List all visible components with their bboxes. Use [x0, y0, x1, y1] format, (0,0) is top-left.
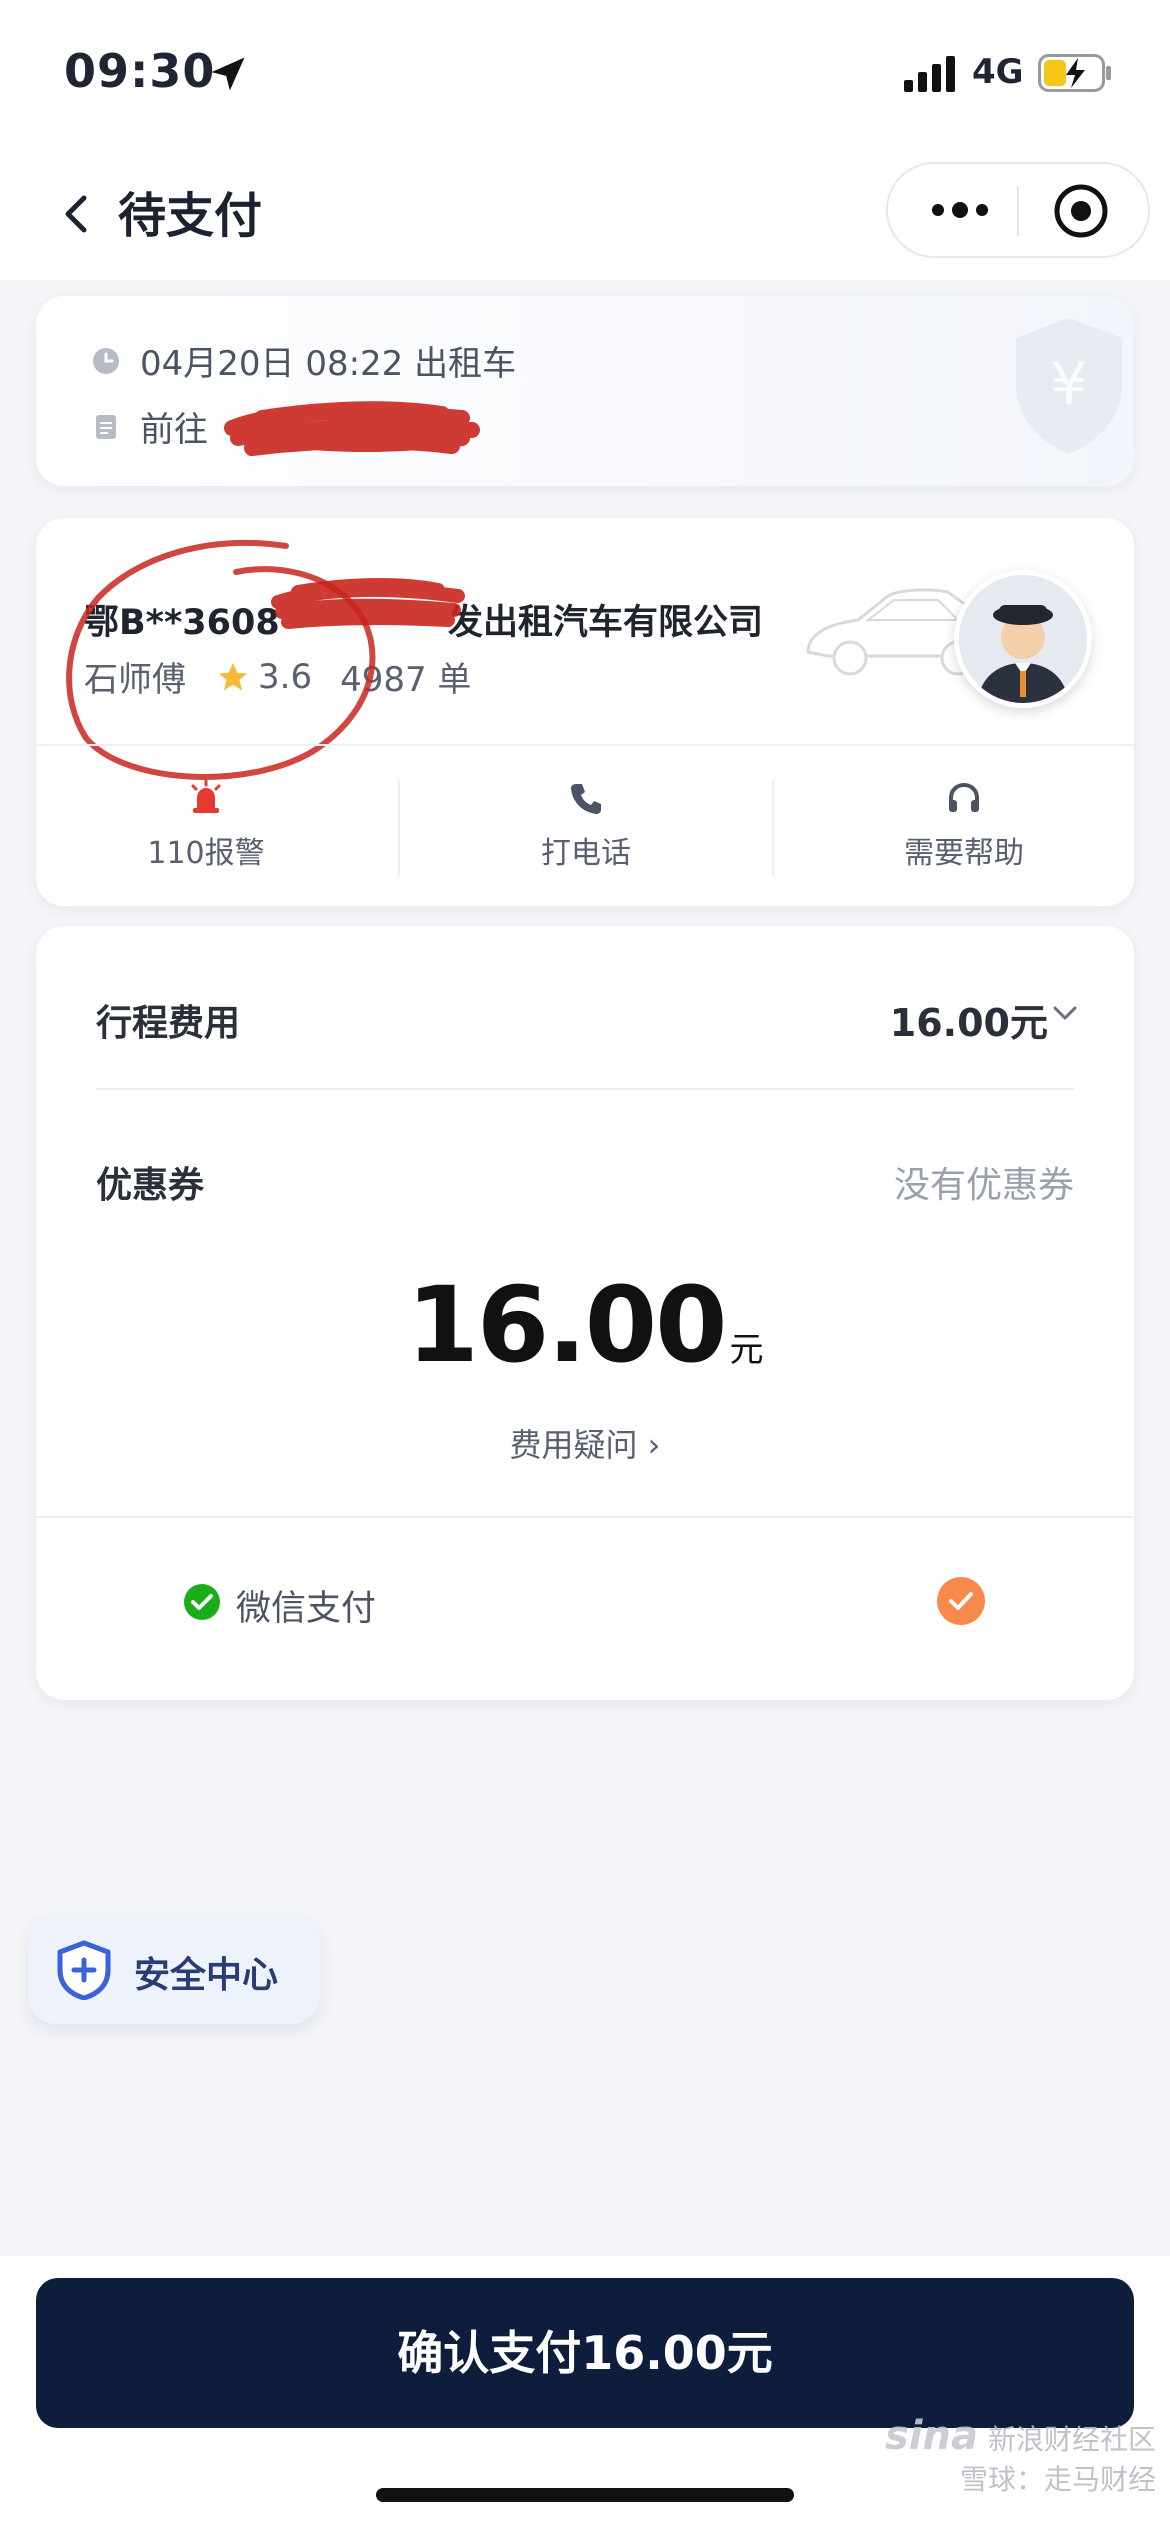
destination-prefix: 前往: [140, 410, 208, 450]
total-amount-number: 16.00: [406, 1264, 728, 1386]
network-type: 4G: [972, 52, 1024, 92]
fee-divider: [96, 1088, 1074, 1090]
total-amount-unit: 元: [729, 1330, 764, 1370]
cellular-signal-icon: [904, 56, 955, 92]
need-help-button[interactable]: 需要帮助: [794, 780, 1134, 872]
wechat-pay-label[interactable]: 微信支付: [236, 1580, 376, 1631]
trip-info-card: 04月20日 08:22 出租车 前往 ¥: [36, 296, 1134, 486]
watermark: sina 新浪财经社区 雪球：走马财经: [885, 2416, 1156, 2500]
coupon-label: 优惠券: [96, 1165, 205, 1206]
checkmark-selected-icon[interactable]: [936, 1576, 986, 1626]
more-dots-icon[interactable]: [924, 188, 996, 232]
redaction-scribble: [224, 401, 480, 456]
trip-time-row: 04月20日 08:22 出租车: [90, 336, 516, 385]
shield-plus-icon: [57, 1940, 111, 2000]
alarm-siren-icon: [191, 780, 221, 813]
driver-avatar: [954, 570, 1092, 708]
payment-card: 行程费用 16.00元 优惠券 没有优惠券 16.00 元 费用疑问 › 微信支付: [36, 926, 1134, 1700]
status-time: 09:30: [64, 44, 216, 98]
nav-bar: 待支付: [0, 150, 1170, 280]
coupon-value[interactable]: 没有优惠券: [894, 1156, 1074, 1208]
safety-center-button[interactable]: 安全中心: [28, 1916, 320, 2024]
confirm-pay-button[interactable]: 确认支付16.00元: [36, 2278, 1134, 2428]
home-indicator[interactable]: [376, 2488, 794, 2502]
bottom-action-bar: 确认支付16.00元 sina 新浪财经社区 雪球：走马财经: [0, 2256, 1170, 2532]
total-amount: 16.00 元: [36, 1264, 1134, 1386]
back-arrow-icon[interactable]: [48, 184, 108, 244]
location-arrow-icon: [211, 57, 245, 91]
phone-icon: [571, 784, 601, 814]
call-driver-button[interactable]: 打电话: [416, 780, 756, 872]
watermark-line2: 雪球：走马财经: [959, 2463, 1156, 2496]
wechat-pay-icon: [184, 1584, 220, 1620]
driver-portrait: [959, 575, 1087, 703]
trip-fee-label: 行程费用: [96, 1003, 241, 1044]
watermark-line1: 新浪财经社区: [987, 2423, 1156, 2456]
trip-destination-row: 前往: [90, 402, 208, 451]
battery-charging-icon: [1038, 54, 1111, 92]
chevron-down-icon[interactable]: [1052, 1004, 1078, 1022]
payment-method-divider: [36, 1516, 1134, 1518]
driver-card: 鄂B**3608 发出租汽车有限公司 石师傅 3.6 4987 单 110报警: [36, 518, 1134, 906]
sina-logo: sina: [884, 2413, 978, 2459]
action-label: 打电话: [541, 836, 631, 871]
police-110-button[interactable]: 110报警: [36, 780, 376, 872]
taxi-company: 发出租汽车有限公司: [448, 603, 764, 643]
driver-card-divider: [36, 744, 1134, 746]
action-label: 需要帮助: [904, 836, 1024, 871]
action-label: 110报警: [147, 836, 265, 871]
trip-fee-value[interactable]: 16.00元: [890, 992, 1048, 1047]
safety-center-label: 安全中心: [134, 1955, 279, 1996]
miniprogram-capsule: [886, 162, 1150, 258]
clock-icon: [93, 347, 119, 374]
circle-scribble: [66, 539, 376, 780]
action-divider: [772, 780, 774, 876]
action-divider: [398, 780, 400, 876]
close-miniprogram-icon[interactable]: [1052, 182, 1110, 240]
yuan-shield-icon: ¥: [1016, 318, 1122, 454]
svg-text:¥: ¥: [1051, 350, 1088, 418]
status-bar: 09:30 4G: [0, 0, 1170, 150]
document-icon: [96, 414, 116, 439]
fee-question-link[interactable]: 费用疑问 ›: [36, 1420, 1134, 1466]
capsule-divider: [1017, 186, 1019, 236]
page-title: 待支付: [118, 188, 263, 244]
headset-icon: [949, 782, 979, 812]
trip-datetime: 04月20日 08:22 出租车: [140, 344, 517, 384]
